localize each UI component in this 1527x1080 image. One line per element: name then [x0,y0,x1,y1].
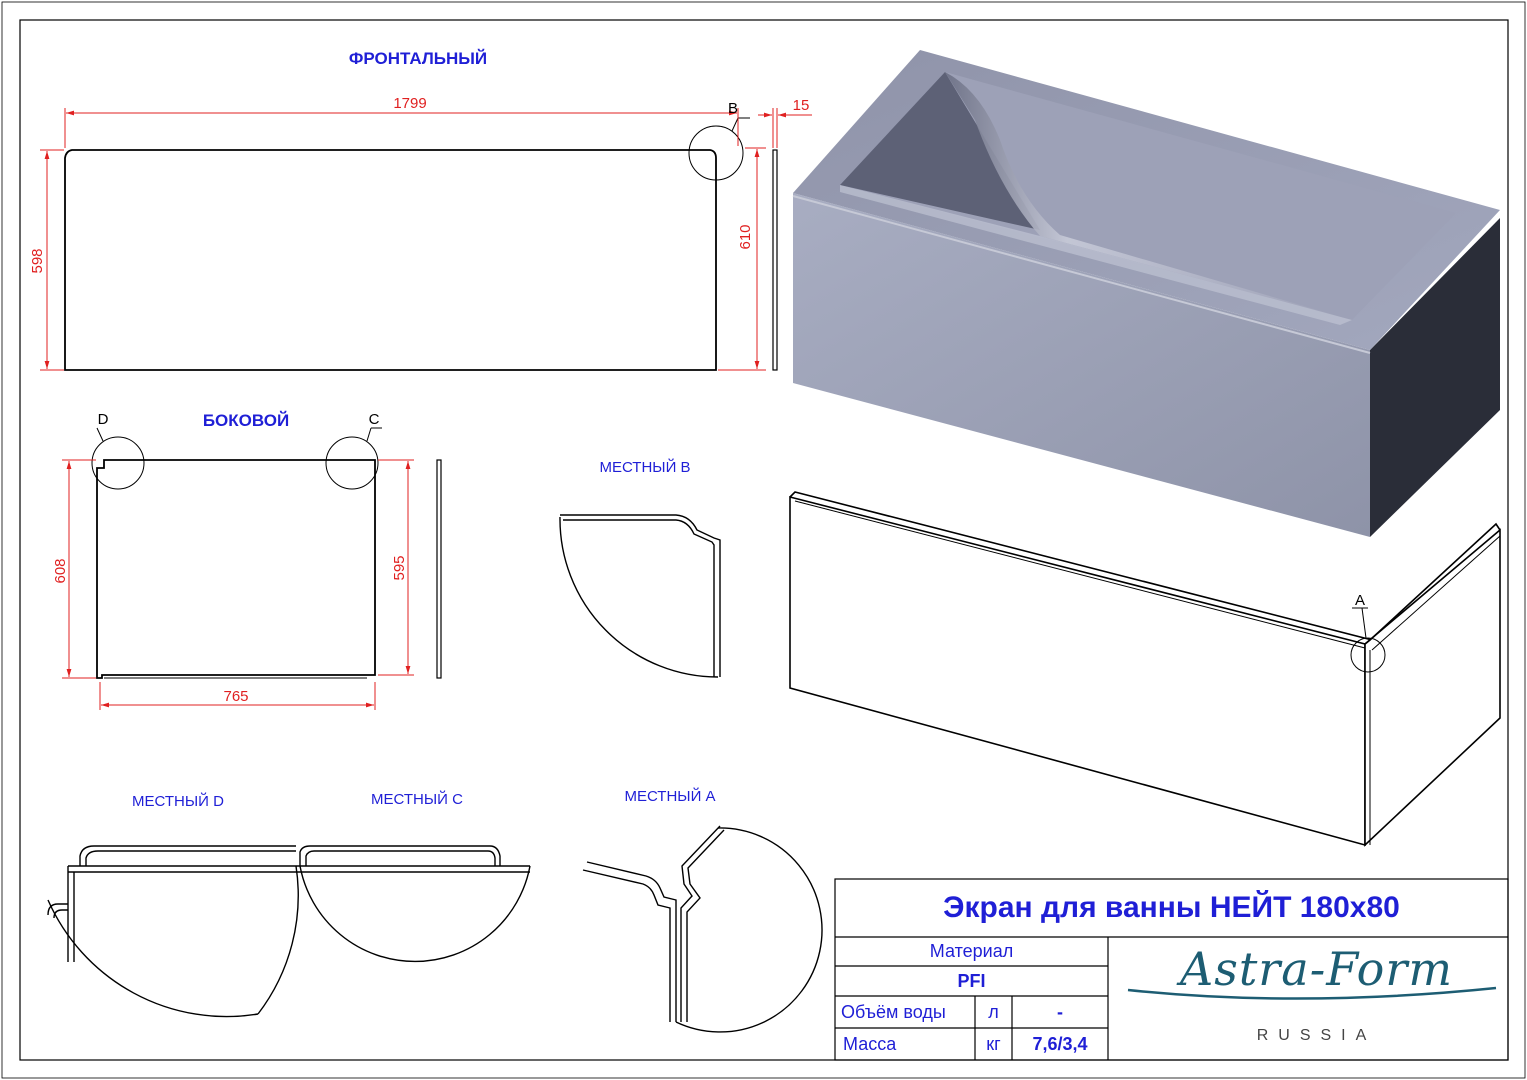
dim-front-thickness: 15 [793,97,810,114]
front-view [64,117,778,371]
marker-d: D [98,411,109,428]
detail-a-view [582,825,823,1033]
detail-c-title: МЕСТНЫЙ С [371,790,463,808]
marker-c: C [369,411,380,428]
material-label: Материал [929,941,1014,961]
marker-b: B [728,100,738,117]
front-view-title: ФРОНТАЛЬНЫЙ [349,49,487,68]
side-view-title: БОКОВОЙ [203,411,289,430]
dim-side-height-left: 608 [52,558,69,583]
detail-c-view [296,845,531,963]
company-logo: Astra-Form [1180,942,1453,996]
detail-d-title: МЕСТНЫЙ D [132,792,224,810]
drawing-title: Экран для ванны НЕЙТ 180х80 [943,891,1400,924]
detail-b-view [559,514,721,678]
dim-front-height-left: 598 [29,248,46,273]
title-block: Экран для ванны НЕЙТ 180х80 Материал PFI… [835,879,1508,1060]
bathtub-3d-render [792,50,1500,537]
mass-label: Масса [843,1033,897,1054]
mass-value: 7,6/3,4 [1032,1033,1088,1054]
volume-label: Объём воды [841,1001,946,1022]
detail-b-title: МЕСТНЫЙ В [599,458,690,476]
detail-d-view [47,845,299,1018]
dim-side-width: 765 [223,688,248,705]
volume-unit: л [988,1001,999,1022]
screen-3d-render [789,491,1501,847]
side-view [91,427,442,679]
dim-front-width: 1799 [393,95,426,112]
material-value: PFI [957,970,986,991]
mass-unit: кг [986,1033,1001,1054]
detail-a-title: МЕСТНЫЙ А [624,787,715,805]
marker-a: A [1355,592,1365,609]
volume-value: - [1057,1001,1063,1022]
dim-side-height-right: 595 [391,555,408,580]
dim-front-height-right: 610 [737,224,754,249]
company-logo-subtitle: RUSSIA [1256,1027,1377,1044]
